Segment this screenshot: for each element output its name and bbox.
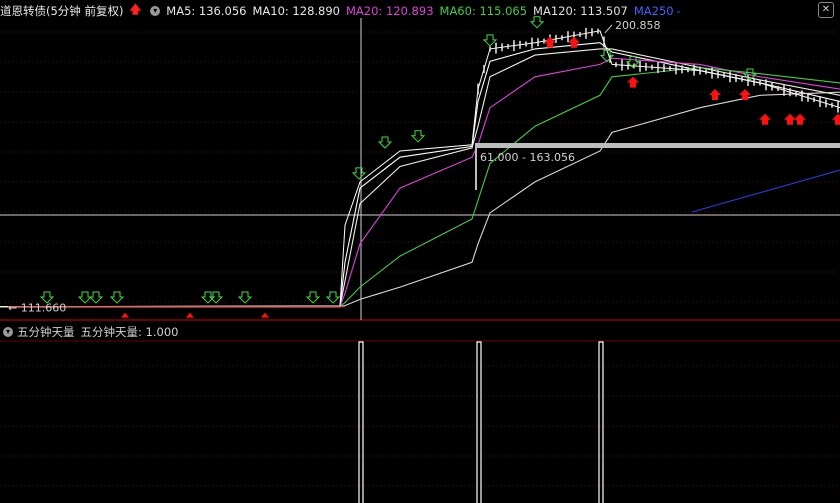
indicator-header: ▾ 五分钟天量 五分钟天量: 1.000 (0, 323, 178, 341)
down-signal-icon (237, 291, 253, 304)
up-signal-icon (709, 88, 721, 100)
volume-spike (476, 341, 482, 503)
range-band (476, 143, 840, 148)
small-up-signal-icon (121, 312, 129, 318)
down-signal-icon (410, 130, 426, 143)
price-line (0, 30, 840, 308)
down-signal-icon (208, 291, 224, 304)
ma60-label: MA60: 115.065 (439, 4, 528, 18)
chart-title: 道恩转债(5分钟 前复权) (0, 4, 124, 18)
down-signal-icon (482, 34, 498, 47)
down-signal-icon (109, 291, 125, 304)
up-signal-icon (568, 36, 580, 48)
indicator-settings-icon[interactable]: ▾ (3, 327, 13, 337)
ma-lines (0, 42, 840, 308)
ma250-label: MA250 (633, 4, 674, 18)
indicator-value: 五分钟天量: 1.000 (80, 325, 179, 339)
ma-line-ma5 (0, 42, 840, 308)
indicator-name: 五分钟天量 (17, 325, 75, 339)
down-signal-icon (88, 291, 104, 304)
up-arrow-icon[interactable]: 🡅 (129, 2, 141, 21)
up-signal-icon (784, 113, 796, 125)
ma120-label: MA120: 113.507 (533, 4, 628, 18)
main-grid (0, 18, 840, 487)
up-signal-icon (759, 113, 771, 125)
down-signal-icon (77, 291, 93, 304)
small-up-signal-icon (261, 312, 269, 318)
ma250-value: - (676, 4, 681, 18)
chart-header: 道恩转债(5分钟 前复权) 🡅 ▾ MA5: 136.056 MA10: 128… (0, 2, 687, 20)
low-label: ← 111.660 (8, 302, 66, 315)
up-signal-icon (627, 76, 639, 88)
ma-line-ma120 (0, 91, 840, 308)
volume-panel (358, 341, 604, 503)
down-signal-icon (377, 136, 393, 149)
up-signal-icon (794, 113, 806, 125)
small-up-signal-icon (186, 312, 194, 318)
ma-line-ma60 (0, 66, 840, 308)
ma10-label: MA10: 128.890 (252, 4, 340, 18)
ma20-label: MA20: 120.893 (346, 4, 434, 18)
ma-line-ma250 (691, 169, 840, 213)
down-signal-icon (305, 291, 321, 304)
kline-chart[interactable]: 200.858 ← 111.660 61.000 - 163.056 (0, 0, 840, 503)
ma5-label: MA5: 136.056 (166, 4, 247, 18)
up-signal-icon (832, 113, 840, 125)
annotations: 200.858 ← 111.660 61.000 - 163.056 (8, 19, 840, 315)
down-signal-icon (351, 167, 367, 180)
ma-line-ma10 (0, 48, 840, 308)
down-signal-icon (325, 291, 341, 304)
up-signal-icon (544, 36, 556, 48)
range-label: 61.000 - 163.056 (480, 151, 575, 164)
close-icon[interactable]: ✕ (818, 2, 834, 18)
candles (0, 27, 840, 308)
high-label: 200.858 (615, 19, 661, 32)
settings-circle-icon[interactable]: ▾ (150, 6, 161, 16)
up-signal-icon (739, 88, 751, 100)
